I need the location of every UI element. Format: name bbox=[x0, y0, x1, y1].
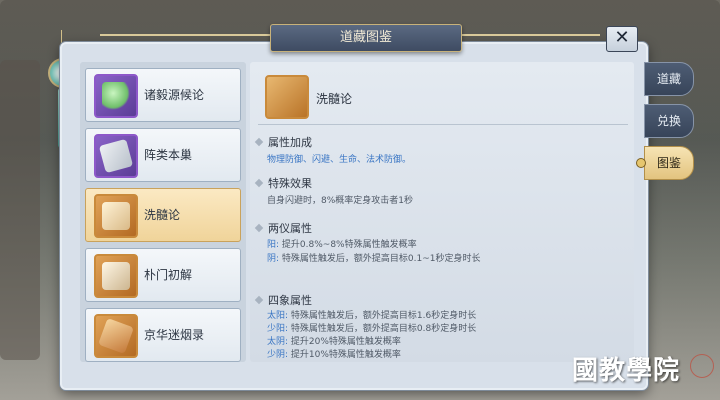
attr-tag: 太阴: bbox=[267, 337, 289, 347]
window-title: 道藏图鉴 bbox=[270, 24, 462, 52]
attr-tag: 阳: bbox=[267, 240, 280, 250]
active-tab-marker bbox=[636, 158, 646, 168]
tab-collection[interactable]: 图鉴 bbox=[644, 146, 694, 180]
scroll-tag-icon bbox=[94, 134, 138, 178]
section-line: 阴: 特殊属性触发后，额外提高目标0.1~1秒定身时长 bbox=[267, 251, 481, 264]
detail-title: 洗髓论 bbox=[316, 92, 353, 106]
seal-stamp-icon bbox=[690, 354, 714, 378]
section-title: 四象属性 bbox=[268, 294, 312, 307]
section-line: 太阴: 提升20%特殊属性触发概率 bbox=[267, 334, 401, 347]
list-item-label: 阵类本巢 bbox=[144, 148, 193, 162]
section-line: 少阳: 特殊属性触发后，额外提高目标0.8秒定身时长 bbox=[267, 321, 476, 334]
section-line: 少阴: 提升10%特殊属性触发概率 bbox=[267, 347, 401, 360]
list-item-label: 洗髓论 bbox=[144, 208, 181, 222]
section-line: 物理防御、闪避、生命、法术防御。 bbox=[267, 155, 412, 165]
attr-text: 提升10%特殊属性触发概率 bbox=[290, 350, 401, 360]
close-button[interactable]: ✕ bbox=[606, 26, 638, 52]
section-title: 特殊效果 bbox=[268, 177, 312, 190]
list-item[interactable]: 朴门初解 bbox=[85, 248, 241, 302]
book-icon bbox=[265, 75, 309, 119]
attr-tag: 阴: bbox=[267, 254, 280, 264]
tab-daozang[interactable]: 道藏 bbox=[644, 62, 694, 96]
attr-text: 特殊属性触发后，额外提高目标1.6秒定身时长 bbox=[290, 311, 477, 321]
section-line: 自身闪避时，8%概率定身攻击者1秒 bbox=[267, 196, 414, 206]
section-title: 属性加成 bbox=[268, 136, 312, 149]
section-line: 太阳: 特殊属性触发后，额外提高目标1.6秒定身时长 bbox=[267, 308, 476, 321]
scroll-icon bbox=[94, 314, 138, 358]
list-item[interactable]: 诸毅源候论 bbox=[85, 68, 241, 122]
jade-ruyi-icon bbox=[94, 74, 138, 118]
tab-exchange[interactable]: 兑换 bbox=[644, 104, 694, 138]
item-list: 诸毅源候论 阵类本巢 洗髓论 朴门初解 京华迷烟录 bbox=[80, 62, 246, 362]
list-item-label: 诸毅源候论 bbox=[144, 88, 205, 102]
background-pillar bbox=[0, 60, 40, 360]
list-item[interactable]: 京华迷烟录 bbox=[85, 308, 241, 362]
book-icon bbox=[94, 254, 138, 298]
title-ornament-left bbox=[100, 34, 270, 36]
attr-text: 提升20%特殊属性触发概率 bbox=[290, 337, 401, 347]
attr-tag: 少阳: bbox=[267, 324, 289, 334]
attr-tag: 少阴: bbox=[267, 350, 289, 360]
list-item[interactable]: 阵类本巢 bbox=[85, 128, 241, 182]
attr-text: 特殊属性触发后，额外提高目标0.8秒定身时长 bbox=[290, 324, 477, 334]
attr-tag: 太阳: bbox=[267, 311, 289, 321]
attr-text: 特殊属性触发后，额外提高目标0.1~1秒定身时长 bbox=[281, 254, 481, 264]
section-line: 阳: 提升0.8%~8%特殊属性触发概率 bbox=[267, 237, 417, 250]
attr-text: 提升0.8%~8%特殊属性触发概率 bbox=[281, 240, 417, 250]
divider bbox=[258, 124, 628, 125]
section-title: 两仪属性 bbox=[268, 222, 312, 235]
title-ornament-right bbox=[460, 34, 600, 36]
list-item-label: 朴门初解 bbox=[144, 268, 193, 282]
list-item-label: 京华迷烟录 bbox=[144, 328, 205, 342]
watermark-logo: 國教學院 bbox=[572, 356, 681, 386]
book-icon bbox=[94, 194, 138, 238]
list-item-selected[interactable]: 洗髓论 bbox=[85, 188, 241, 242]
